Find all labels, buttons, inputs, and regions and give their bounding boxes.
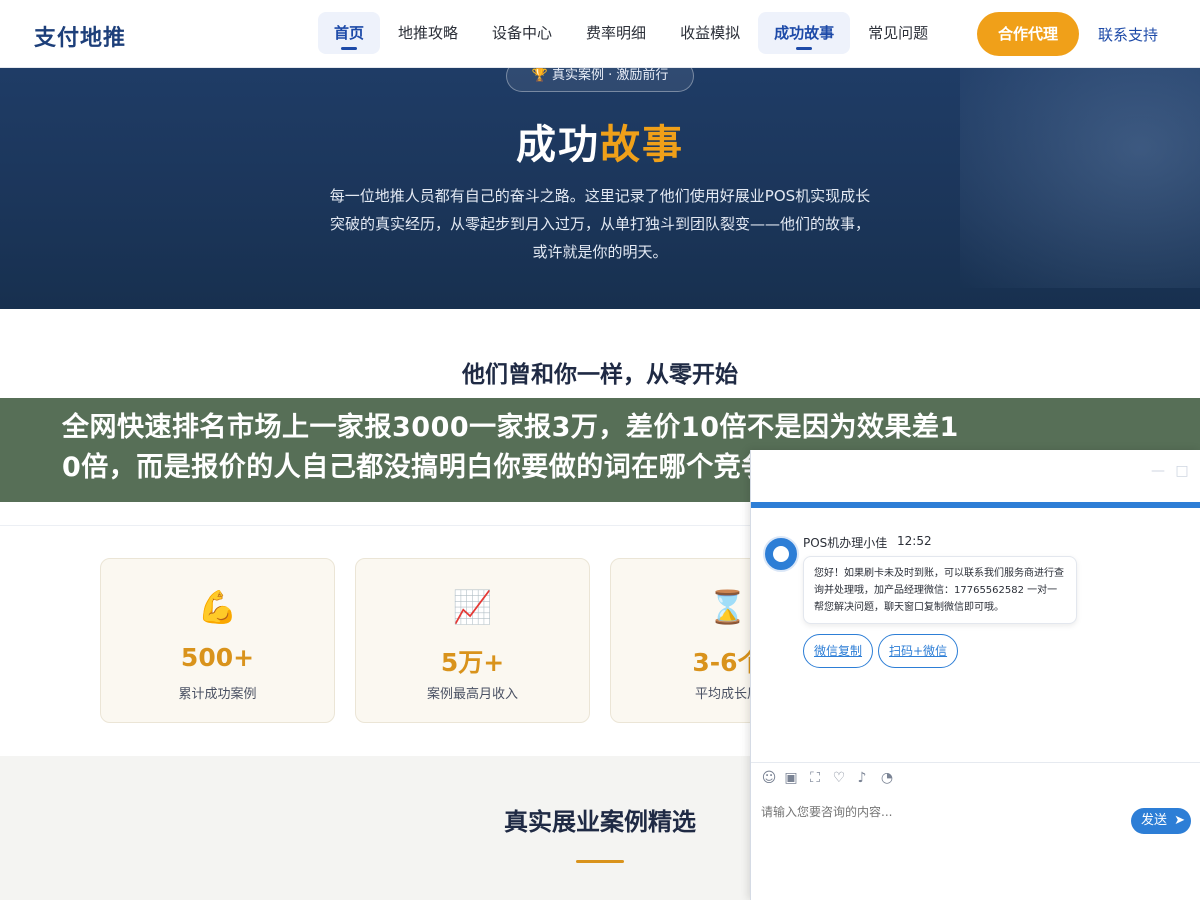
- nav-item-devices[interactable]: 设备中心: [476, 12, 568, 54]
- chat-widget: — □ POS机办理小佳 12:52 您好！如果刷卡未及时到账，可以联系我们服务…: [750, 450, 1200, 900]
- image-icon[interactable]: ▣: [783, 770, 799, 786]
- chat-message-input[interactable]: [761, 800, 1121, 824]
- partner-button[interactable]: 合作代理: [977, 12, 1079, 56]
- hero-title: 成功故事: [0, 112, 1200, 170]
- chat-header: [751, 450, 1200, 502]
- hero-title-main: 成功: [516, 122, 600, 168]
- stat-card-income: 📈 5万+ 案例最高月收入: [355, 558, 590, 723]
- avatar-face-icon: [773, 546, 789, 562]
- send-arrow-icon: ➤: [1174, 813, 1185, 828]
- hero-title-accent: 故事: [600, 122, 684, 168]
- message-time: 12:52: [897, 534, 932, 548]
- minimize-icon[interactable]: —: [1151, 464, 1165, 478]
- nav-menu: 首页 地推攻略 设备中心 费率明细 收益模拟 成功故事 常见问题: [318, 12, 946, 54]
- banner-line-1: 全网快速排名市场上一家报3000一家报3万，差价10倍不是因为效果差1: [62, 412, 959, 443]
- agent-name: POS机办理小佳: [803, 536, 888, 550]
- top-nav: 支付地推 首页 地推攻略 设备中心 费率明细 收益模拟 成功故事 常见问题 合作…: [0, 0, 1200, 68]
- stat-card-cases: 💪 500+ 累计成功案例: [100, 558, 335, 723]
- hero-section: 🏆 真实案例 · 激励前行 成功故事 每一位地推人员都有自己的奋斗之路。这里记录…: [0, 68, 1200, 309]
- send-button[interactable]: 发送 ➤: [1131, 808, 1191, 834]
- support-link[interactable]: 联系支持: [1098, 24, 1158, 45]
- nav-item-home[interactable]: 首页: [318, 12, 381, 54]
- rating-icon[interactable]: ♡: [831, 770, 847, 786]
- stat-value: 5万+: [440, 648, 505, 677]
- hero-description: 每一位地推人员都有自己的奋斗之路。这里记录了他们使用好展业POS机实现成长突破的…: [329, 187, 871, 261]
- copy-wechat-button[interactable]: 微信复制: [803, 634, 874, 668]
- message-bubble: 您好！如果刷卡未及时到账，可以联系我们服务商进行查询并处理哦，加产品经理微信：1…: [803, 556, 1077, 624]
- nav-item-faq[interactable]: 常见问题: [852, 12, 944, 54]
- screenshot-icon[interactable]: ⛶: [807, 770, 823, 786]
- agent-avatar: [763, 536, 799, 572]
- nav-item-rates[interactable]: 费率明细: [570, 12, 662, 54]
- emoji-icon[interactable]: ☺: [761, 770, 777, 786]
- site-logo[interactable]: 支付地推: [34, 20, 126, 52]
- history-icon[interactable]: ◔: [879, 770, 895, 786]
- hero-badge: 🏆 真实案例 · 激励前行: [506, 68, 694, 92]
- voice-icon[interactable]: ♪: [854, 770, 870, 786]
- chat-divider: [751, 762, 1200, 763]
- stat-label: 累计成功案例: [178, 687, 257, 702]
- nav-item-earnings[interactable]: 收益模拟: [664, 12, 756, 54]
- muscle-icon: 💪: [197, 588, 238, 626]
- send-label: 发送: [1141, 813, 1168, 828]
- stat-label: 案例最高月收入: [426, 687, 518, 702]
- nav-item-stories[interactable]: 成功故事: [758, 12, 851, 54]
- stat-value: 500+: [180, 643, 255, 672]
- chat-accent-stripe: [751, 502, 1200, 508]
- chart-up-icon: 📈: [452, 588, 493, 626]
- intro-title: 他们曾和你一样，从零开始: [462, 362, 738, 388]
- maximize-icon[interactable]: □: [1175, 464, 1189, 478]
- nav-item-guide[interactable]: 地推攻略: [382, 12, 474, 54]
- scan-wechat-button[interactable]: 扫码+微信: [878, 634, 959, 668]
- title-underline: [576, 860, 624, 863]
